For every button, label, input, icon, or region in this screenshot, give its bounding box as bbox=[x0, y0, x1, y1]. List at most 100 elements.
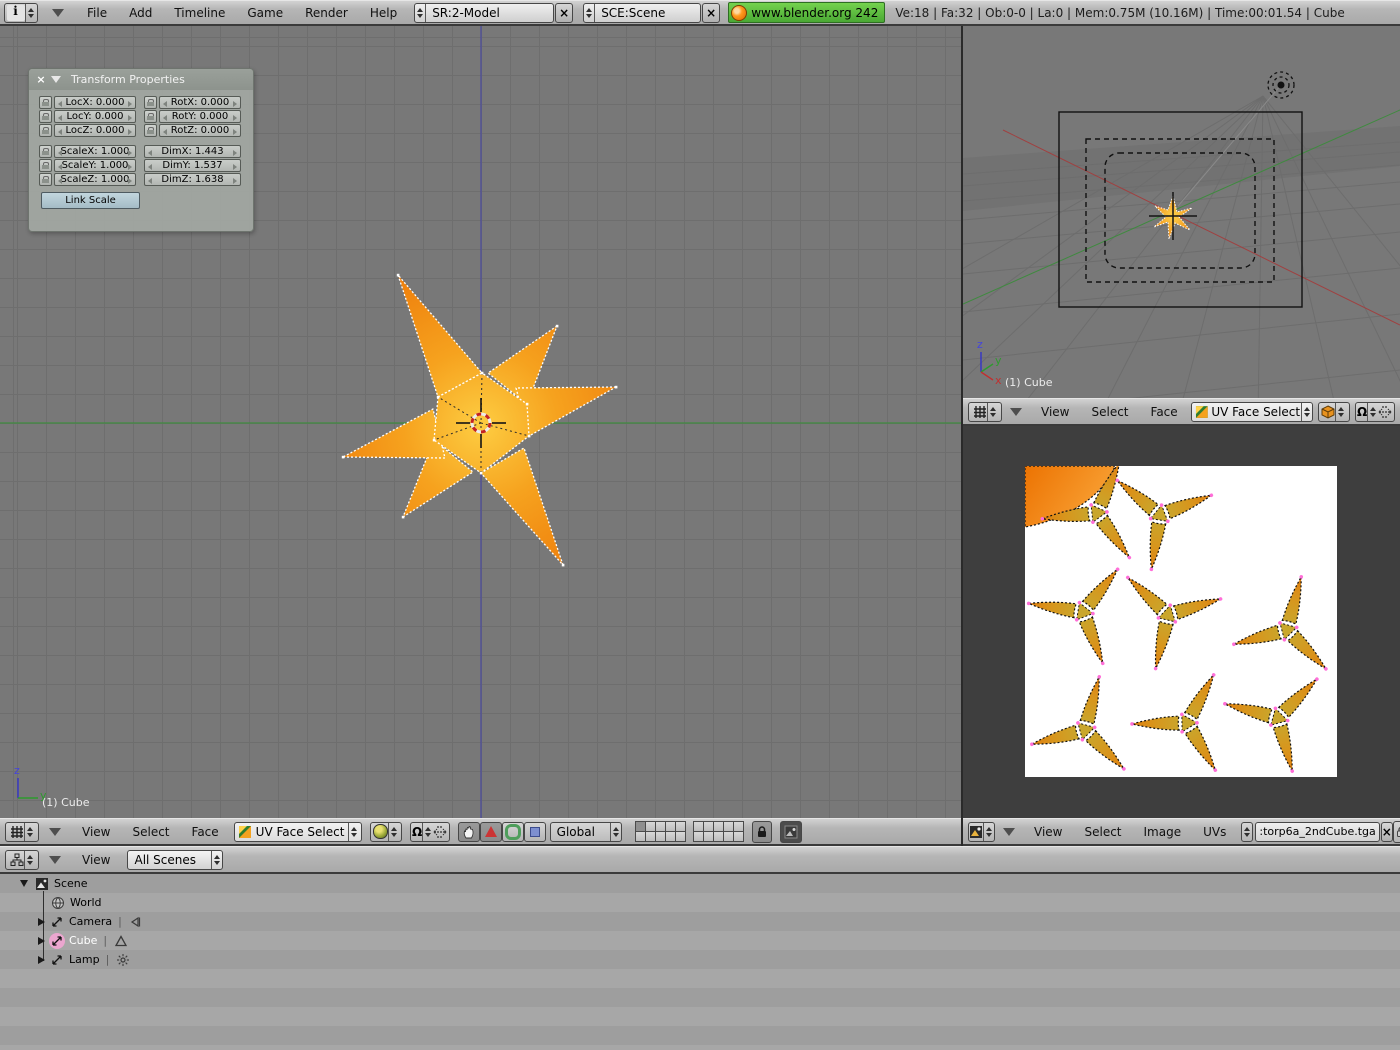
menu-view[interactable]: View bbox=[71, 853, 121, 867]
menu-view[interactable]: View bbox=[71, 825, 121, 839]
expand-icon[interactable] bbox=[38, 956, 45, 964]
editor-type-button-3dview[interactable] bbox=[968, 402, 1002, 422]
image-name-field[interactable]: :torp6a_2ndCube.tga bbox=[1255, 822, 1379, 842]
header-menu-collapse-icon[interactable] bbox=[49, 828, 61, 836]
menu-render[interactable]: Render bbox=[294, 6, 359, 20]
tree-item-lamp[interactable]: Lamp | bbox=[0, 950, 400, 969]
manipulator-enable-button[interactable] bbox=[458, 822, 480, 842]
layer-buttons-group-2[interactable] bbox=[694, 822, 744, 842]
translate-manipulator-button[interactable] bbox=[480, 822, 502, 842]
image-browse-stepper[interactable] bbox=[1242, 823, 1252, 841]
scene-selector[interactable]: SCE:Scene bbox=[583, 3, 701, 23]
transform-panel-header[interactable]: × Transform Properties bbox=[29, 69, 253, 90]
editor-type-button-outliner[interactable] bbox=[5, 850, 39, 870]
menu-view[interactable]: View bbox=[1030, 405, 1080, 419]
editor-type-button-info[interactable]: i bbox=[4, 3, 38, 23]
locx-field[interactable]: LocX: 0.000 bbox=[54, 96, 136, 109]
viewport-shading-button[interactable] bbox=[370, 822, 402, 842]
expand-icon[interactable] bbox=[38, 918, 45, 926]
scalez-lock-button[interactable] bbox=[39, 173, 52, 186]
editor-type-stepper[interactable] bbox=[983, 823, 994, 841]
mesh-data-icon[interactable] bbox=[113, 933, 129, 949]
rotate-manipulator-button[interactable] bbox=[502, 822, 524, 842]
rotx-field[interactable]: RotX: 0.000 bbox=[159, 96, 241, 109]
manipulator-stepper[interactable] bbox=[422, 823, 433, 841]
scene-selector-stepper[interactable] bbox=[584, 4, 595, 22]
uv-pin-button[interactable] bbox=[1393, 821, 1400, 843]
menu-uvs[interactable]: UVs bbox=[1192, 825, 1237, 839]
scale-manipulator-button[interactable] bbox=[524, 822, 546, 842]
locy-lock-button[interactable] bbox=[39, 110, 52, 123]
roty-lock-button[interactable] bbox=[144, 110, 157, 123]
draw-type-button[interactable] bbox=[1318, 402, 1350, 422]
menu-select[interactable]: Select bbox=[1073, 825, 1132, 839]
locx-lock-button[interactable] bbox=[39, 96, 52, 109]
panel-collapse-icon[interactable] bbox=[51, 76, 61, 83]
menu-select[interactable]: Select bbox=[121, 825, 180, 839]
layer-buttons-group-1[interactable] bbox=[636, 822, 686, 842]
rotz-lock-button[interactable] bbox=[144, 124, 157, 137]
menu-image[interactable]: Image bbox=[1133, 825, 1193, 839]
rotx-lock-button[interactable] bbox=[144, 96, 157, 109]
editor-type-stepper[interactable] bbox=[24, 823, 35, 841]
scaley-lock-button[interactable] bbox=[39, 159, 52, 172]
uv-image-editor[interactable] bbox=[963, 426, 1400, 818]
roty-field[interactable]: RotY: 0.000 bbox=[159, 110, 241, 123]
collapse-icon[interactable] bbox=[20, 880, 28, 887]
outliner-scope-stepper[interactable] bbox=[211, 851, 222, 869]
tree-item-world[interactable]: World bbox=[0, 893, 400, 912]
menu-face[interactable]: Face bbox=[181, 825, 230, 839]
viewport-3d[interactable]: z y (1) Cube × Transform Properties LocX… bbox=[0, 26, 961, 818]
orientation-selector[interactable]: Global bbox=[550, 822, 622, 842]
outliner-panel[interactable]: Scene World Camera | Cube | bbox=[0, 874, 1400, 1050]
tree-item-scene[interactable]: Scene bbox=[0, 874, 400, 893]
render-preview-button[interactable] bbox=[780, 821, 802, 843]
draw-type-stepper[interactable] bbox=[1335, 403, 1346, 421]
editor-type-stepper[interactable] bbox=[25, 4, 36, 22]
screen-selector-stepper[interactable] bbox=[415, 4, 426, 22]
locz-field[interactable]: LocZ: 0.000 bbox=[54, 124, 136, 137]
menu-timeline[interactable]: Timeline bbox=[163, 6, 236, 20]
menu-face[interactable]: Face bbox=[1140, 405, 1189, 419]
menu-game[interactable]: Game bbox=[236, 6, 294, 20]
panel-close-icon[interactable]: × bbox=[35, 74, 47, 86]
expand-icon[interactable] bbox=[38, 937, 45, 945]
editor-type-button-image[interactable] bbox=[968, 822, 995, 842]
manipulator-button[interactable]: Ω bbox=[1355, 402, 1395, 422]
manipulator-stepper[interactable] bbox=[1367, 403, 1378, 421]
image-close-button[interactable]: × bbox=[1381, 822, 1393, 842]
header-menu-collapse-icon[interactable] bbox=[1003, 828, 1015, 836]
lock-layers-button[interactable] bbox=[752, 821, 772, 843]
lamp-data-icon[interactable] bbox=[115, 952, 131, 968]
mode-selector[interactable]: UV Face Select bbox=[234, 822, 362, 842]
editor-type-stepper[interactable] bbox=[24, 851, 35, 869]
dimy-field[interactable]: DimY: 1.537 bbox=[144, 159, 241, 172]
screen-close-button[interactable]: × bbox=[555, 3, 573, 23]
tree-item-cube[interactable]: Cube | bbox=[0, 931, 400, 950]
layer-20[interactable] bbox=[733, 831, 744, 842]
editor-type-stepper[interactable] bbox=[987, 403, 998, 421]
scalex-field[interactable]: ScaleX: 1.000 bbox=[54, 145, 136, 158]
manipulator-button[interactable]: Ω bbox=[410, 822, 450, 842]
dimz-field[interactable]: DimZ: 1.638 bbox=[144, 173, 241, 186]
scalex-lock-button[interactable] bbox=[39, 145, 52, 158]
menu-file[interactable]: File bbox=[76, 6, 118, 20]
image-browse-button[interactable] bbox=[1241, 822, 1253, 842]
tree-item-camera[interactable]: Camera | bbox=[0, 912, 400, 931]
mode-selector[interactable]: UV Face Select bbox=[1191, 402, 1313, 422]
camera-data-icon[interactable] bbox=[128, 914, 144, 930]
scalez-field[interactable]: ScaleZ: 1.000 bbox=[54, 173, 136, 186]
transform-properties-panel[interactable]: × Transform Properties LocX: 0.000 LocY:… bbox=[28, 68, 254, 232]
scaley-field[interactable]: ScaleY: 1.000 bbox=[54, 159, 136, 172]
menu-select[interactable]: Select bbox=[1080, 405, 1139, 419]
dimx-field[interactable]: DimX: 1.443 bbox=[144, 145, 241, 158]
editor-type-button-3dview[interactable] bbox=[5, 822, 39, 842]
locy-field[interactable]: LocY: 0.000 bbox=[54, 110, 136, 123]
viewport-camera[interactable]: z y x (1) Cube bbox=[963, 26, 1400, 398]
rotz-field[interactable]: RotZ: 0.000 bbox=[159, 124, 241, 137]
link-scale-button[interactable]: Link Scale bbox=[41, 192, 140, 209]
orientation-stepper[interactable] bbox=[610, 823, 621, 841]
scene-close-button[interactable]: × bbox=[702, 3, 720, 23]
header-menu-collapse-icon[interactable] bbox=[49, 856, 61, 864]
mode-selector-stepper[interactable] bbox=[348, 823, 359, 841]
